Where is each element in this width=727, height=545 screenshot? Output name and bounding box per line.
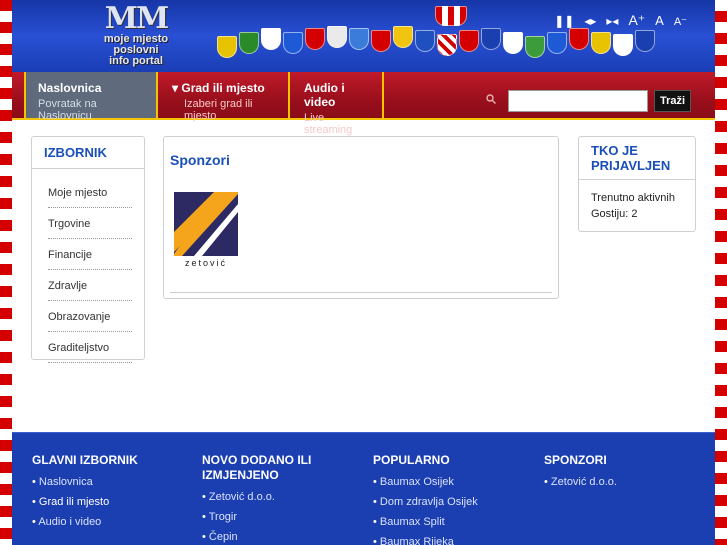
nav-item-title: Naslovnica	[38, 81, 102, 95]
search-button[interactable]: Traži	[654, 90, 692, 112]
sidebar-item-moje-mjesto[interactable]: Moje mjesto	[48, 177, 132, 208]
footer-link[interactable]: Grad ili mjesto	[32, 496, 138, 508]
sponsor-logo-zetovic[interactable]: zetović	[174, 192, 238, 272]
footer-col-title: POPULARNO	[373, 453, 450, 467]
crest-icon	[591, 32, 611, 54]
sidebar-title: IZBORNIK	[32, 137, 144, 169]
search-input[interactable]	[508, 90, 648, 112]
checkered-border-left	[0, 0, 12, 545]
active-guests-text: Trenutno aktivnih Gostiju: 2	[591, 192, 675, 220]
crest-icon	[393, 26, 413, 48]
page-title: Sponzori	[170, 152, 230, 168]
sidebar-item-trgovine[interactable]: Trgovine	[48, 208, 132, 239]
footer-col-main-menu: GLAVNI IZBORNIK Naslovnica Grad ili mjes…	[32, 453, 138, 536]
crest-icon	[503, 32, 523, 54]
arrows-out-icon[interactable]: ◂▸	[584, 14, 596, 28]
sidebar-item-graditeljstvo[interactable]: Graditeljstvo	[48, 332, 132, 363]
crest-icon	[371, 30, 391, 52]
footer-link[interactable]: Baumax Osijek	[373, 476, 478, 488]
footer-link[interactable]: Baumax Rijeka	[373, 536, 478, 545]
footer-link[interactable]: Baumax Split	[373, 516, 478, 528]
crest-icon	[349, 28, 369, 50]
sidebar-item-financije[interactable]: Financije	[48, 239, 132, 270]
crest-icon	[435, 6, 467, 26]
footer-link[interactable]: Dom zdravlja Osijek	[373, 496, 478, 508]
sidebar-list: Moje mjesto Trgovine Financije Zdravlje …	[48, 177, 132, 363]
checkered-border-right	[715, 0, 727, 545]
who-title-line1: TKO JE	[591, 143, 638, 158]
crest-icon	[635, 30, 655, 52]
crest-icon	[415, 30, 435, 52]
footer-col-title-line1: NOVO DODANO ILI	[202, 453, 312, 467]
content-divider	[170, 292, 552, 293]
footer-link[interactable]: Čepin	[202, 531, 311, 543]
crest-icon	[525, 36, 545, 58]
crest-icon	[261, 28, 281, 50]
nav-item-naslovnica[interactable]: Naslovnica Povratak na Naslovnicu	[24, 72, 158, 122]
crest-icon	[283, 32, 303, 54]
main-nav: Naslovnica Povratak na Naslovnicu ▾ Grad…	[12, 72, 715, 136]
font-decrease-button[interactable]: A⁻	[674, 15, 687, 28]
nav-item-subtitle: Izaberi grad ili mjesto	[184, 98, 253, 122]
footer-link[interactable]: Trogir	[202, 511, 311, 523]
footer: GLAVNI IZBORNIK Naslovnica Grad ili mjes…	[12, 432, 715, 545]
crest-icon	[327, 26, 347, 48]
footer-link[interactable]: Audio i video	[32, 516, 138, 528]
crest-icon	[239, 32, 259, 54]
crest-icon	[547, 32, 567, 54]
who-is-online-box: TKO JE PRIJAVLJEN Trenutno aktivnih Gost…	[578, 136, 696, 232]
pause-icon[interactable]: ❚❚	[554, 14, 574, 28]
sidebar-menu: IZBORNIK Moje mjesto Trgovine Financije …	[31, 136, 145, 363]
footer-col-popular: POPULARNO Baumax Osijek Dom zdravlja Osi…	[373, 453, 478, 545]
crest-icon	[613, 34, 633, 56]
who-title-line2: PRIJAVLJEN	[591, 158, 671, 173]
nav-item-grad-ili-mjesto[interactable]: ▾ Grad ili mjesto Izaberi grad ili mjest…	[160, 72, 290, 122]
footer-link[interactable]: Zetović d.o.o.	[202, 491, 311, 503]
header-banner: MM moje mjesto poslovni info portal ❚❚ ◂…	[12, 0, 715, 72]
crest-icon	[459, 30, 479, 52]
footer-link[interactable]: Naslovnica	[32, 476, 138, 488]
nav-item-subtitle: Live streaming	[304, 112, 353, 136]
crest-icon	[437, 34, 457, 56]
font-reset-button[interactable]: A	[655, 13, 664, 28]
nav-item-title: Audio i video	[304, 81, 345, 109]
footer-link[interactable]: Zetović d.o.o.	[544, 476, 617, 488]
logo-mm: MM	[104, 1, 169, 36]
footer-col-title: SPONZORI	[544, 453, 607, 467]
footer-col-title: GLAVNI IZBORNIK	[32, 453, 138, 467]
footer-col-title: NOVO DODANO ILI IZMJENJENO	[202, 453, 311, 483]
logo-line-3: info portal	[109, 55, 163, 67]
footer-col-new: NOVO DODANO ILI IZMJENJENO Zetović d.o.o…	[202, 453, 311, 545]
font-size-tools: ❚❚ ◂▸ ▸◂ A⁺ A A⁻	[554, 12, 687, 29]
font-increase-button[interactable]: A⁺	[628, 12, 645, 29]
sponsor-logo-caption: zetović	[184, 258, 227, 268]
crest-icon	[305, 28, 325, 50]
sidebar-item-zdravlje[interactable]: Zdravlje	[48, 270, 132, 301]
crest-icon	[569, 28, 589, 50]
zetovic-logo-icon	[174, 192, 238, 256]
crest-icon	[481, 28, 501, 50]
search-icon	[486, 94, 496, 104]
footer-col-title-line2: IZMJENJENO	[202, 468, 279, 482]
who-title: TKO JE PRIJAVLJEN	[579, 137, 695, 180]
arrows-in-icon[interactable]: ▸◂	[606, 14, 618, 28]
site-logo[interactable]: MM moje mjesto poslovni info portal	[90, 1, 182, 67]
crest-icon	[217, 36, 237, 58]
sponsors-box: Sponzori zetović	[163, 136, 559, 299]
footer-col-sponsors: SPONZORI Zetović d.o.o.	[544, 453, 617, 496]
nav-item-title: ▾ Grad ili mjesto	[172, 81, 265, 95]
nav-item-subtitle: Povratak na Naslovnicu	[38, 98, 97, 122]
sidebar-item-obrazovanje[interactable]: Obrazovanje	[48, 301, 132, 332]
nav-item-audio-video[interactable]: Audio i video Live streaming	[292, 72, 384, 136]
